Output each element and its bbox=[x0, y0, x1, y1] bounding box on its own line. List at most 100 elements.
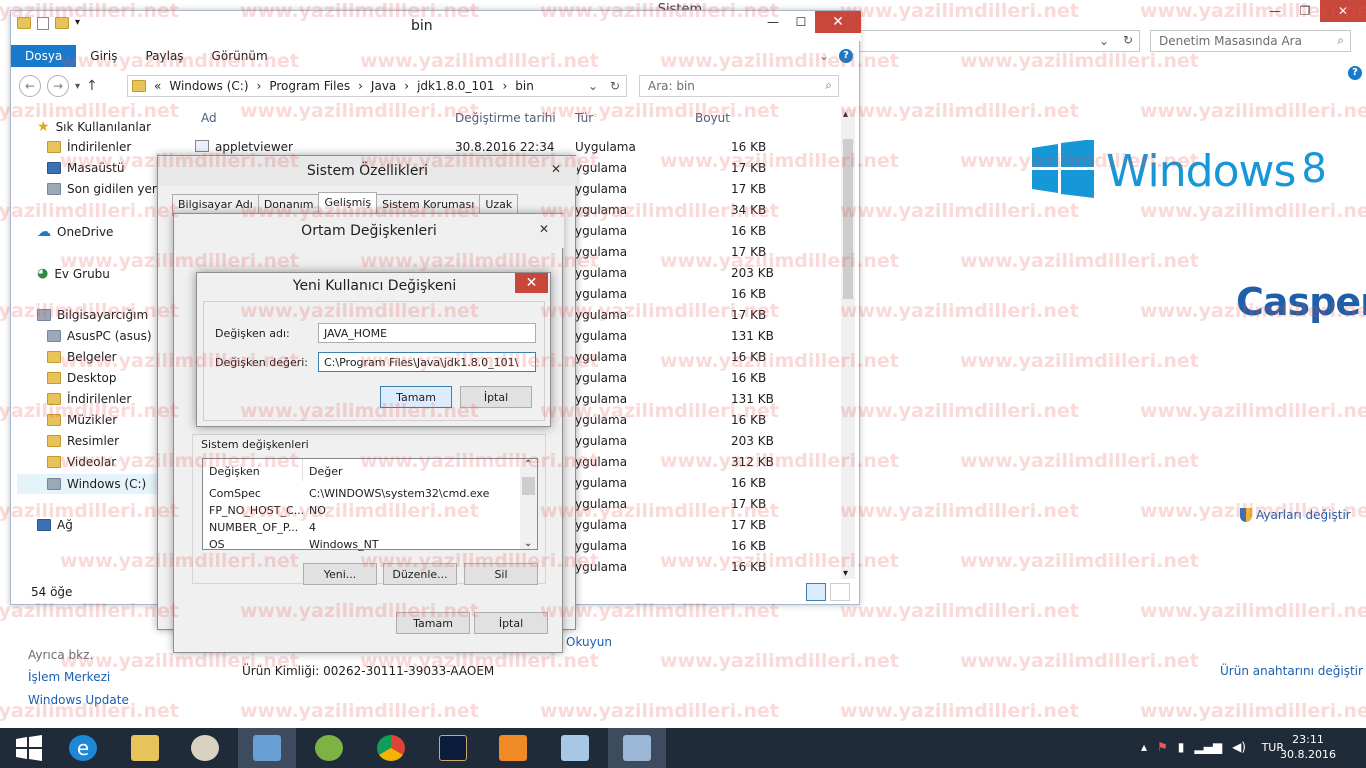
power-icon[interactable]: ▮ bbox=[1178, 740, 1185, 754]
nav-documents[interactable]: Belgeler bbox=[47, 350, 117, 364]
chevron-down-icon[interactable]: ▾ bbox=[75, 17, 80, 30]
scrollbar-thumb[interactable] bbox=[843, 139, 853, 299]
nav-asuspc[interactable]: AsusPC (asus) bbox=[47, 329, 152, 343]
refresh-icon[interactable]: ↻ bbox=[610, 79, 620, 93]
scroll-down-icon[interactable]: ▾ bbox=[843, 568, 848, 579]
column-name[interactable]: Ad bbox=[201, 111, 217, 125]
breadcrumb-program-files[interactable]: Program Files bbox=[269, 79, 350, 93]
nav-desktop[interactable]: Masaüstü bbox=[47, 161, 124, 175]
chevron-down-icon[interactable]: ⌄ bbox=[1099, 34, 1109, 48]
cancel-button[interactable]: İptal bbox=[460, 386, 532, 408]
breadcrumb-jdk[interactable]: jdk1.8.0_101 bbox=[417, 79, 494, 93]
tab-advanced[interactable]: Gelişmiş bbox=[318, 192, 378, 214]
close-icon[interactable]: ✕ bbox=[544, 160, 568, 178]
tab-home[interactable]: Giriş bbox=[76, 45, 131, 67]
minimize-icon[interactable]: — bbox=[1260, 0, 1290, 22]
nav-computer[interactable]: Bilgisayarcığım bbox=[37, 308, 148, 322]
taskbar-internet-explorer[interactable]: e bbox=[54, 728, 112, 768]
restore-icon[interactable]: ❐ bbox=[1290, 0, 1320, 22]
nav-downloads[interactable]: İndirilenler bbox=[47, 140, 131, 154]
column-date[interactable]: Değiştirme tarihi bbox=[455, 111, 556, 125]
taskbar-android-studio[interactable] bbox=[300, 728, 358, 768]
list-scrollbar[interactable]: ⌃ ⌄ bbox=[520, 459, 537, 549]
tab-file[interactable]: Dosya bbox=[11, 45, 77, 67]
taskbar-file-explorer[interactable] bbox=[116, 728, 174, 768]
system-address-bar[interactable]: ⌄ ↻ bbox=[858, 30, 1140, 52]
nav-network[interactable]: Ağ bbox=[37, 518, 73, 532]
change-product-key-link[interactable]: Ürün anahtarını değiştir bbox=[1220, 664, 1363, 678]
ok-button[interactable]: Tamam bbox=[396, 612, 470, 634]
start-button[interactable] bbox=[0, 728, 58, 768]
large-icons-view-icon[interactable] bbox=[830, 583, 850, 601]
chevron-down-icon[interactable]: ⌄ bbox=[588, 79, 598, 93]
address-bar[interactable]: « Windows (C:) › Program Files › Java › jdk… bbox=[127, 75, 627, 97]
close-icon[interactable]: ✕ bbox=[532, 220, 556, 238]
action-center-link[interactable]: İşlem Merkezi bbox=[28, 670, 110, 684]
help-icon[interactable]: ? bbox=[1348, 66, 1362, 80]
nav-onedrive[interactable]: ☁ OneDrive bbox=[37, 224, 113, 240]
minimize-icon[interactable]: — bbox=[759, 11, 787, 33]
windows-update-link[interactable]: Windows Update bbox=[28, 693, 129, 707]
cancel-button[interactable]: İptal bbox=[474, 612, 548, 634]
explorer-search-input[interactable]: Ara: bin ⌕ bbox=[639, 75, 839, 97]
help-icon[interactable]: ? bbox=[839, 49, 853, 63]
close-icon[interactable]: ✕ bbox=[1320, 0, 1366, 22]
list-item[interactable]: OS Windows_NT bbox=[203, 536, 521, 553]
taskbar-paint[interactable] bbox=[176, 728, 234, 768]
column-value[interactable]: Değer bbox=[303, 459, 521, 481]
tray-overflow-icon[interactable]: ▴ bbox=[1141, 740, 1147, 754]
list-item[interactable]: NUMBER_OF_P... 4 bbox=[203, 519, 521, 536]
nav-recent[interactable]: Son gidilen yerler bbox=[47, 182, 173, 196]
overflow-chevron-icon[interactable]: « bbox=[154, 79, 161, 93]
new-folder-icon[interactable] bbox=[55, 17, 69, 29]
close-icon[interactable]: ✕ bbox=[815, 11, 861, 33]
nav-downloads2[interactable]: İndirilenler bbox=[47, 392, 131, 406]
back-icon[interactable]: ← bbox=[19, 75, 41, 97]
taskbar-control-panel[interactable] bbox=[238, 728, 296, 768]
taskbar-notepad[interactable] bbox=[546, 728, 604, 768]
close-icon[interactable]: ✕ bbox=[515, 273, 548, 293]
list-item[interactable]: FP_NO_HOST_C... NO bbox=[203, 502, 521, 519]
nav-music[interactable]: Müzikler bbox=[47, 413, 117, 427]
list-item[interactable]: ComSpec C:\WINDOWS\system32\cmd.exe bbox=[203, 485, 521, 502]
forward-icon[interactable]: → bbox=[47, 75, 69, 97]
refresh-icon[interactable]: ↻ bbox=[1123, 33, 1133, 47]
tab-view[interactable]: Görünüm bbox=[198, 45, 282, 67]
nav-videos[interactable]: Videolar bbox=[47, 455, 116, 469]
breadcrumb-java[interactable]: Java bbox=[371, 79, 396, 93]
action-center-flag-icon[interactable]: ⚑ bbox=[1157, 740, 1168, 754]
breadcrumb-bin[interactable]: bin bbox=[515, 79, 534, 93]
taskbar-media-player[interactable] bbox=[484, 728, 542, 768]
read-link[interactable]: Okuyun bbox=[566, 635, 612, 649]
nav-desktop2[interactable]: Desktop bbox=[47, 371, 117, 385]
taskbar-chrome[interactable] bbox=[362, 728, 420, 768]
maximize-icon[interactable]: ☐ bbox=[787, 11, 815, 33]
details-view-icon[interactable] bbox=[806, 583, 826, 601]
new-system-variable-button[interactable]: Yeni... bbox=[303, 563, 377, 585]
change-settings-link[interactable]: Ayarları değiştir bbox=[1240, 508, 1351, 522]
variable-value-field[interactable]: C:\Program Files\Java\jdk1.8.0_101\ bbox=[318, 352, 536, 372]
nav-pictures[interactable]: Resimler bbox=[47, 434, 119, 448]
clock[interactable]: 23:11 30.8.2016 bbox=[1280, 732, 1336, 762]
taskbar-system-properties[interactable] bbox=[608, 728, 666, 768]
ok-button[interactable]: Tamam bbox=[380, 386, 452, 408]
chevron-down-icon[interactable]: ⌄ bbox=[819, 49, 829, 63]
properties-icon[interactable] bbox=[37, 17, 49, 30]
nav-homegroup[interactable]: ◕ Ev Grubu bbox=[37, 266, 110, 281]
delete-system-variable-button[interactable]: Sil bbox=[464, 563, 538, 585]
explorer-titlebar[interactable]: ▾ bin — ☐ ✕ bbox=[11, 11, 861, 41]
column-variable[interactable]: Değişken bbox=[203, 459, 303, 481]
column-type[interactable]: Tür bbox=[575, 111, 593, 125]
up-arrow-icon[interactable]: ↑ bbox=[86, 78, 98, 94]
edit-system-variable-button[interactable]: Düzenle... bbox=[383, 563, 457, 585]
control-panel-search-input[interactable]: Denetim Masasında Ara ⌕ bbox=[1150, 30, 1351, 52]
taskbar-league-of-legends[interactable] bbox=[424, 728, 482, 768]
nav-favorites[interactable]: ★ Sık Kullanılanlar bbox=[37, 119, 151, 135]
nav-windows-c[interactable]: Windows (C:) bbox=[17, 474, 157, 494]
volume-icon[interactable]: ◀) bbox=[1232, 740, 1246, 754]
variable-name-field[interactable]: JAVA_HOME bbox=[318, 323, 536, 343]
file-list-scrollbar[interactable]: ▴ ▾ bbox=[841, 109, 855, 579]
scroll-up-icon[interactable]: ⌃ bbox=[524, 459, 532, 470]
tab-share[interactable]: Paylaş bbox=[131, 45, 197, 67]
breadcrumb-drive[interactable]: Windows (C:) bbox=[169, 79, 248, 93]
